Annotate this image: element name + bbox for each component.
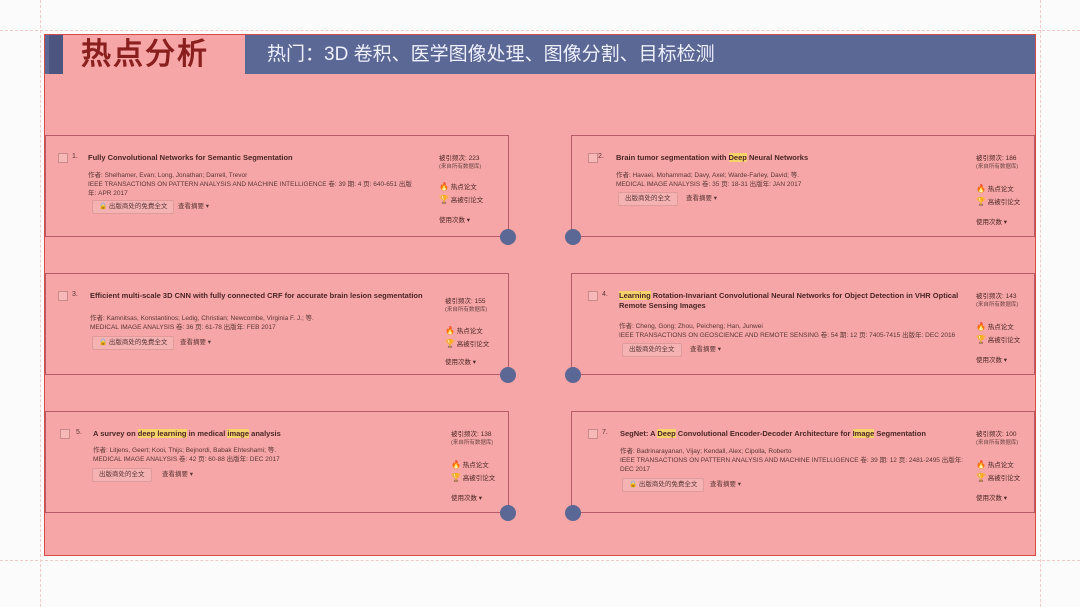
citation-count: 被引频次: 143 (来自所有数据库): [976, 293, 1019, 308]
highly-cited-badge: 🏆 高被引论文: [451, 473, 496, 482]
paper-authors: 作者: Shelhamer, Evan; Long, Jonathan; Dar…: [88, 172, 248, 179]
usage-toggle[interactable]: 使用次数 ▾: [439, 216, 470, 225]
paper-authors: 作者: Badrinarayanan, Vijay; Kendall, Alex…: [620, 448, 792, 455]
fire-icon: 🔥: [976, 460, 986, 469]
trophy-icon: 🏆: [976, 473, 986, 482]
fulltext-button[interactable]: 出版商处的全文: [622, 343, 682, 357]
connector-dot: [565, 229, 581, 245]
header-bar: 热点分析 热门：3D 卷积、医学图像处理、图像分割、目标检测: [45, 35, 1035, 74]
fire-icon: 🔥: [451, 460, 461, 469]
paper-authors: 作者: Litjens, Geert; Kooi, Thijs; Bejnord…: [93, 447, 277, 454]
select-checkbox[interactable]: [588, 153, 598, 163]
usage-toggle[interactable]: 使用次数 ▾: [451, 494, 482, 503]
select-checkbox[interactable]: [588, 291, 598, 301]
usage-toggle[interactable]: 使用次数 ▾: [976, 218, 1007, 227]
usage-toggle[interactable]: 使用次数 ▾: [976, 356, 1007, 365]
paper-number: 7.: [602, 429, 608, 436]
paper-number: 4.: [602, 291, 608, 298]
guide-line: [0, 30, 1080, 31]
citation-count: 被引频次: 138 (来自所有数据库): [451, 431, 494, 446]
paper-number: 5.: [76, 429, 82, 436]
abstract-toggle[interactable]: 查看摘要 ▾: [178, 201, 209, 213]
connector-dot: [500, 505, 516, 521]
paper-journal: MEDICAL IMAGE ANALYSIS 卷: 42 页: 60-88 出版…: [93, 456, 280, 463]
trophy-icon: 🏆: [976, 335, 986, 344]
page-title: 热点分析: [81, 38, 209, 71]
usage-toggle[interactable]: 使用次数 ▾: [976, 494, 1007, 503]
paper-journal: MEDICAL IMAGE ANALYSIS 卷: 36 页: 61-78 出版…: [90, 324, 276, 331]
paper-title[interactable]: Learning Rotation-Invariant Convolutiona…: [619, 291, 964, 311]
slide: 热点分析 热门：3D 卷积、医学图像处理、图像分割、目标检测 1. Fully …: [44, 34, 1036, 556]
paper-journal: IEEE TRANSACTIONS ON GEOSCIENCE AND REMO…: [619, 332, 956, 339]
abstract-toggle[interactable]: 查看摘要 ▾: [710, 479, 741, 491]
trophy-icon: 🏆: [451, 473, 461, 482]
hot-paper-badge: 🔥 热点论文: [445, 326, 483, 335]
paper-card: 1. Fully Convolutional Networks for Sema…: [45, 135, 509, 237]
citation-count: 被引频次: 186 (来自所有数据库): [976, 155, 1019, 170]
abstract-toggle[interactable]: 查看摘要 ▾: [690, 344, 721, 356]
connector-dot: [500, 229, 516, 245]
highly-cited-badge: 🏆 高被引论文: [439, 195, 484, 204]
fulltext-button[interactable]: 出版商处的全文: [92, 468, 152, 482]
hot-paper-badge: 🔥 热点论文: [976, 322, 1014, 331]
fire-icon: 🔥: [976, 322, 986, 331]
paper-card: 3. Efficient multi-scale 3D CNN with ful…: [45, 273, 509, 375]
paper-card: 4. Learning Rotation-Invariant Convoluti…: [571, 273, 1035, 375]
paper-title[interactable]: Brain tumor segmentation with Deep Neura…: [616, 153, 936, 163]
paper-card: 5. A survey on deep learning in medical …: [45, 411, 509, 513]
hot-paper-badge: 🔥 热点论文: [439, 182, 477, 191]
trophy-icon: 🏆: [976, 197, 986, 206]
fulltext-button[interactable]: 🔒 出版商处的免费全文: [622, 478, 705, 492]
paper-journal: IEEE TRANSACTIONS ON PATTERN ANALYSIS AN…: [620, 457, 964, 473]
paper-journal: MEDICAL IMAGE ANALYSIS 卷: 35 页: 18-31 出版…: [616, 181, 802, 188]
paper-journal: IEEE TRANSACTIONS ON PATTERN ANALYSIS AN…: [88, 181, 412, 197]
paper-card: 2. Brain tumor segmentation with Deep Ne…: [571, 135, 1035, 237]
paper-number: 2.: [598, 153, 604, 160]
citation-count: 被引频次: 100 (来自所有数据库): [976, 431, 1019, 446]
paper-card: 7. SegNet: A Deep Convolutional Encoder-…: [571, 411, 1035, 513]
connector-dot: [500, 367, 516, 383]
trophy-icon: 🏆: [445, 339, 455, 348]
fire-icon: 🔥: [445, 326, 455, 335]
select-checkbox[interactable]: [58, 291, 68, 301]
fulltext-button[interactable]: 出版商处的全文: [618, 192, 678, 206]
citation-count: 被引频次: 223 (来自所有数据库): [439, 155, 482, 170]
paper-authors: 作者: Cheng, Gong; Zhou, Peicheng; Han, Ju…: [619, 323, 763, 330]
abstract-toggle[interactable]: 查看摘要 ▾: [162, 469, 193, 481]
hot-paper-badge: 🔥 热点论文: [451, 460, 489, 469]
guide-line: [0, 560, 1080, 561]
fulltext-button[interactable]: 🔒 出版商处的免费全文: [92, 336, 175, 350]
paper-authors: 作者: Havaei, Mohammad; Davy, Axel; Warde-…: [616, 172, 800, 179]
page-subtitle: 热门：3D 卷积、医学图像处理、图像分割、目标检测: [267, 44, 715, 65]
highly-cited-badge: 🏆 高被引论文: [976, 197, 1021, 206]
trophy-icon: 🏆: [439, 195, 449, 204]
paper-title[interactable]: SegNet: A Deep Convolutional Encoder-Dec…: [620, 429, 960, 439]
paper-title[interactable]: Efficient multi-scale 3D CNN with fully …: [90, 291, 430, 301]
select-checkbox[interactable]: [60, 429, 70, 439]
hot-paper-badge: 🔥 热点论文: [976, 184, 1014, 193]
connector-dot: [565, 505, 581, 521]
paper-authors: 作者: Kamnitsas, Konstantinos; Ledig, Chri…: [90, 315, 314, 322]
paper-title[interactable]: Fully Convolutional Networks for Semanti…: [88, 153, 408, 163]
citation-count: 被引频次: 155 (来自所有数据库): [445, 298, 488, 313]
usage-toggle[interactable]: 使用次数 ▾: [445, 358, 476, 367]
abstract-toggle[interactable]: 查看摘要 ▾: [686, 193, 717, 205]
select-checkbox[interactable]: [588, 429, 598, 439]
connector-dot: [565, 367, 581, 383]
highly-cited-badge: 🏆 高被引论文: [976, 335, 1021, 344]
fire-icon: 🔥: [976, 184, 986, 193]
guide-line: [1040, 0, 1041, 607]
guide-line: [40, 0, 41, 607]
abstract-toggle[interactable]: 查看摘要 ▾: [180, 337, 211, 349]
select-checkbox[interactable]: [58, 153, 68, 163]
paper-number: 1.: [72, 153, 78, 160]
fulltext-button[interactable]: 🔒 出版商处的免费全文: [92, 200, 175, 214]
paper-number: 3.: [72, 291, 78, 298]
header-accent: [49, 35, 63, 74]
fire-icon: 🔥: [439, 182, 449, 191]
highly-cited-badge: 🏆 高被引论文: [445, 339, 490, 348]
paper-title[interactable]: A survey on deep learning in medical ima…: [93, 429, 413, 439]
highly-cited-badge: 🏆 高被引论文: [976, 473, 1021, 482]
hot-paper-badge: 🔥 热点论文: [976, 460, 1014, 469]
